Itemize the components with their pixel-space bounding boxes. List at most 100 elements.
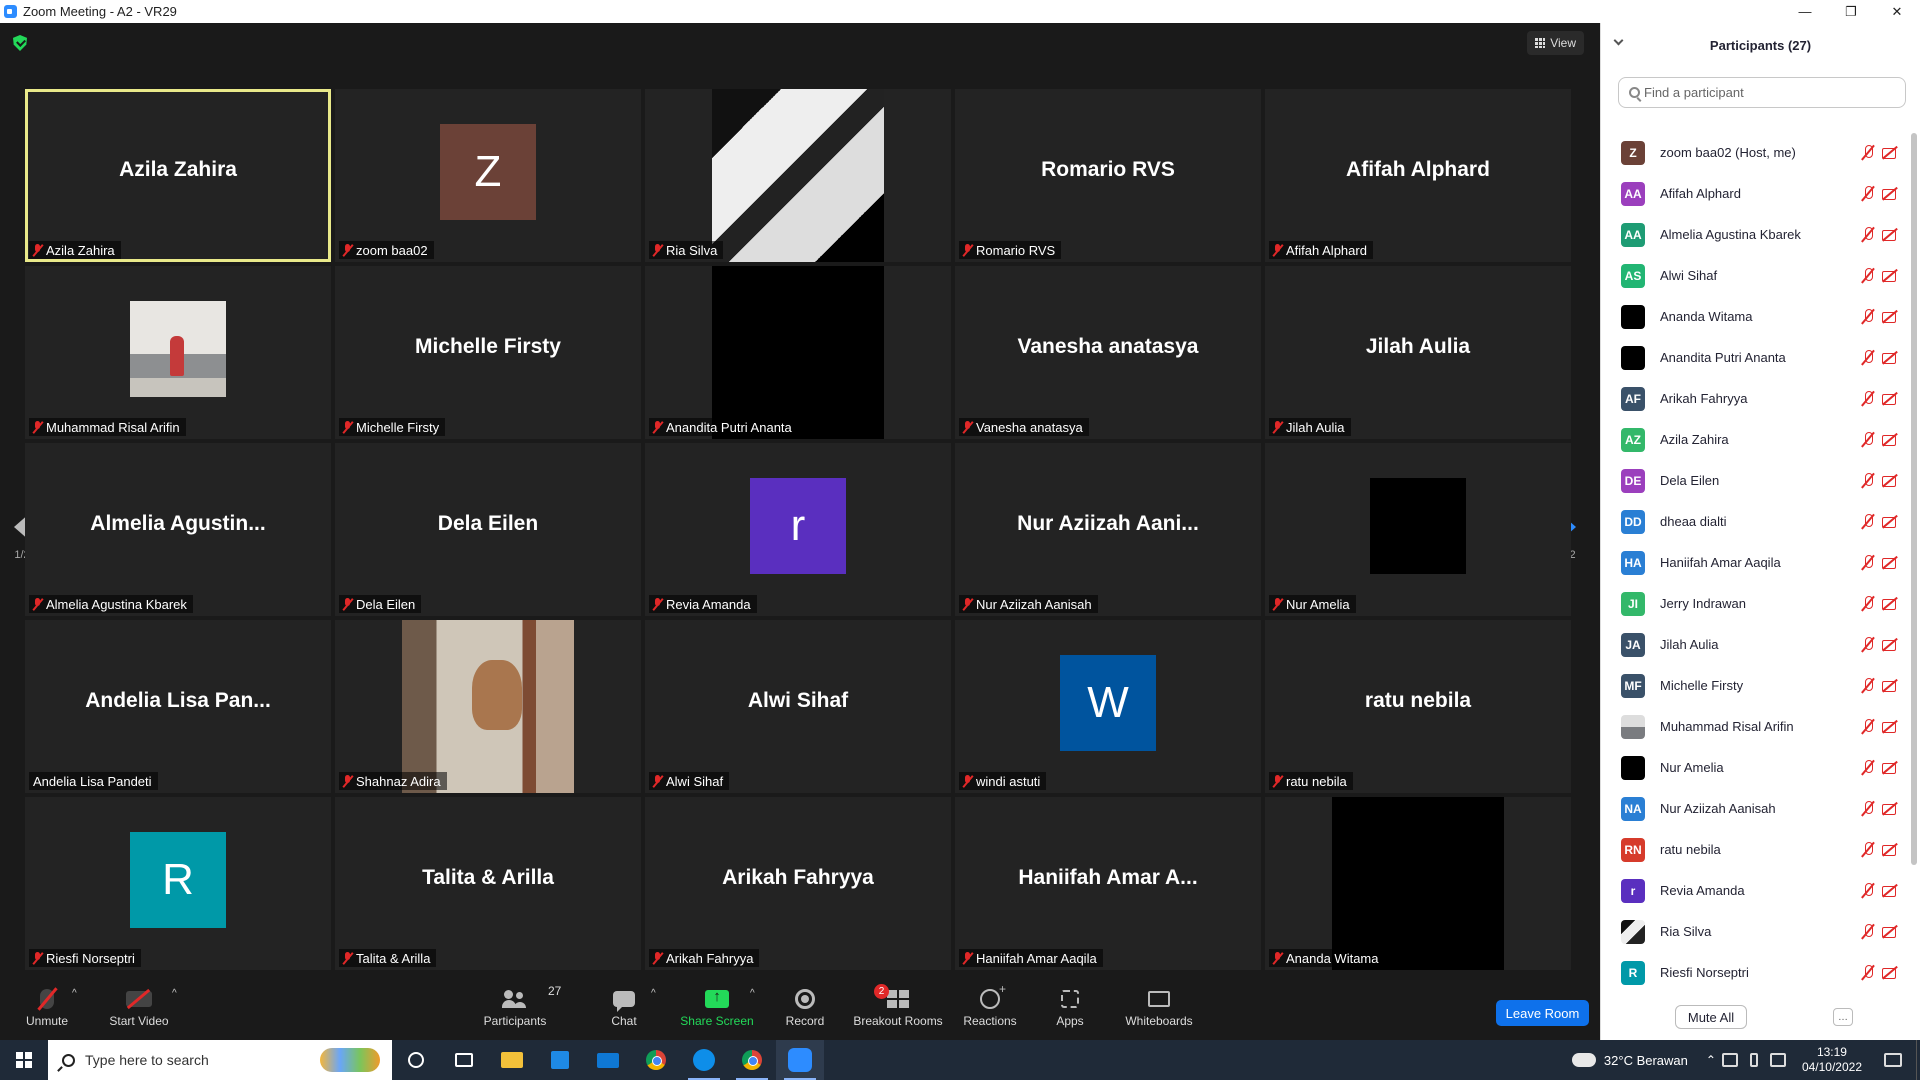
file-explorer-button[interactable] (488, 1040, 536, 1080)
chrome-profile-button[interactable] (728, 1040, 776, 1080)
participant-row[interactable]: Anandita Putri Ananta (1601, 337, 1908, 378)
participant-row[interactable]: MF Michelle Firsty (1601, 665, 1908, 706)
share-screen-button[interactable]: Share Screen (680, 984, 754, 1038)
participant-row[interactable]: HA Haniifah Amar Aaqila (1601, 542, 1908, 583)
video-tile[interactable]: R Riesfi Norseptri (25, 797, 331, 970)
video-off-icon[interactable] (1881, 308, 1898, 324)
microphone-muted-icon[interactable] (1861, 923, 1875, 939)
video-tile[interactable]: Nur Amelia (1265, 443, 1571, 616)
taskbar-search-box[interactable]: Type here to search (48, 1040, 392, 1080)
video-off-icon[interactable] (1881, 472, 1898, 488)
video-tile[interactable]: Michelle Firsty Michelle Firsty (335, 266, 641, 439)
video-off-icon[interactable] (1881, 390, 1898, 406)
speaker-icon[interactable] (1769, 1053, 1786, 1067)
microphone-muted-icon[interactable] (1861, 636, 1875, 652)
chrome-button[interactable] (632, 1040, 680, 1080)
microphone-muted-icon[interactable] (1861, 472, 1875, 488)
video-off-icon[interactable] (1881, 431, 1898, 447)
chat-button[interactable]: Chat (604, 984, 644, 1038)
weather-text[interactable]: 32°C Berawan (1604, 1053, 1688, 1068)
participant-search[interactable] (1618, 77, 1906, 108)
video-tile[interactable]: Nur Aziizah Aani... Nur Aziizah Aanisah (955, 443, 1261, 616)
video-tile[interactable]: Arikah Fahryya Arikah Fahryya (645, 797, 951, 970)
encryption-shield-icon[interactable] (13, 35, 27, 51)
microphone-muted-icon[interactable] (1861, 349, 1875, 365)
video-off-icon[interactable] (1881, 267, 1898, 283)
cloud-weather-icon[interactable] (1571, 1053, 1596, 1067)
share-options-caret-icon[interactable]: ^ (750, 988, 755, 999)
microphone-muted-icon[interactable] (1861, 841, 1875, 857)
video-tile[interactable]: Haniifah Amar A... Haniifah Amar Aaqila (955, 797, 1261, 970)
maximize-button[interactable]: ❐ (1828, 0, 1874, 23)
video-off-icon[interactable] (1881, 718, 1898, 734)
leave-room-button[interactable]: Leave Room (1496, 1000, 1589, 1026)
microphone-icon[interactable] (1749, 1053, 1758, 1067)
participant-row[interactable]: NA Nur Aziizah Aanisah (1601, 788, 1908, 829)
microphone-muted-icon[interactable] (1861, 882, 1875, 898)
chat-options-caret-icon[interactable]: ^ (651, 988, 656, 999)
video-off-icon[interactable] (1881, 800, 1898, 816)
show-desktop-button[interactable] (1916, 1040, 1920, 1080)
video-tile[interactable]: Almelia Agustin... Almelia Agustina Kbare… (25, 443, 331, 616)
video-tile[interactable]: Zzoom baa02 (335, 89, 641, 262)
video-off-icon[interactable] (1881, 923, 1898, 939)
video-off-icon[interactable] (1881, 882, 1898, 898)
video-off-icon[interactable] (1881, 513, 1898, 529)
participant-row[interactable]: Ria Silva (1601, 911, 1908, 952)
microphone-muted-icon[interactable] (1861, 308, 1875, 324)
video-tile[interactable]: Jilah Aulia Jilah Aulia (1265, 266, 1571, 439)
clock[interactable]: 13:19 04/10/2022 (1802, 1045, 1862, 1075)
video-tile[interactable]: Azila Zahira Azila Zahira (25, 89, 331, 262)
store-button[interactable] (536, 1040, 584, 1080)
microphone-muted-icon[interactable] (1861, 718, 1875, 734)
close-button[interactable]: ✕ (1874, 0, 1920, 23)
video-off-icon[interactable] (1881, 759, 1898, 775)
video-off-icon[interactable] (1881, 144, 1898, 160)
participant-row[interactable]: DE Dela Eilen (1601, 460, 1908, 501)
view-button[interactable]: View (1527, 31, 1584, 55)
participant-row[interactable]: R Riesfi Norseptri (1601, 952, 1908, 993)
video-off-icon[interactable] (1881, 554, 1898, 570)
video-off-icon[interactable] (1881, 677, 1898, 693)
unmute-button[interactable]: Unmute (22, 984, 72, 1038)
microphone-muted-icon[interactable] (1861, 964, 1875, 980)
microphone-muted-icon[interactable] (1861, 144, 1875, 160)
zoom-taskbar-button[interactable] (776, 1040, 824, 1080)
cortana-button[interactable] (392, 1040, 440, 1080)
teamviewer-button[interactable] (680, 1040, 728, 1080)
video-tile[interactable]: ratu nebila ratu nebila (1265, 620, 1571, 793)
start-video-button[interactable]: Start Video (106, 984, 172, 1038)
video-tile[interactable]: Wwindi astuti (955, 620, 1261, 793)
participant-row[interactable]: r Revia Amanda (1601, 870, 1908, 911)
participant-row[interactable]: RN ratu nebila (1601, 829, 1908, 870)
microphone-muted-icon[interactable] (1861, 185, 1875, 201)
audio-options-caret-icon[interactable]: ^ (72, 988, 77, 999)
participant-row[interactable]: Muhammad Risal Arifin (1601, 706, 1908, 747)
microphone-muted-icon[interactable] (1861, 267, 1875, 283)
video-options-caret-icon[interactable]: ^ (172, 988, 177, 999)
participant-row[interactable]: Nur Amelia (1601, 747, 1908, 788)
microphone-muted-icon[interactable] (1861, 677, 1875, 693)
participant-row[interactable]: AZ Azila Zahira (1601, 419, 1908, 460)
participant-row[interactable]: DD dheaa dialti (1601, 501, 1908, 542)
video-off-icon[interactable] (1881, 349, 1898, 365)
microphone-muted-icon[interactable] (1861, 226, 1875, 242)
video-off-icon[interactable] (1881, 185, 1898, 201)
participant-row[interactable]: AF Arikah Fahryya (1601, 378, 1908, 419)
video-tile[interactable]: Ria Silva (645, 89, 951, 262)
video-off-icon[interactable] (1881, 964, 1898, 980)
participant-row[interactable]: Ananda Witama (1601, 296, 1908, 337)
chevron-up-icon[interactable]: ⌃ (1706, 1053, 1716, 1067)
video-tile[interactable]: Ananda Witama (1265, 797, 1571, 970)
microphone-muted-icon[interactable] (1861, 431, 1875, 447)
microphone-muted-icon[interactable] (1861, 513, 1875, 529)
video-tile[interactable]: Talita & Arilla Talita & Arilla (335, 797, 641, 970)
microphone-muted-icon[interactable] (1861, 554, 1875, 570)
video-tile[interactable]: Afifah Alphard Afifah Alphard (1265, 89, 1571, 262)
participants-button[interactable]: 27 Participants (480, 984, 562, 1038)
microphone-muted-icon[interactable] (1861, 390, 1875, 406)
video-tile[interactable]: Alwi Sihaf Alwi Sihaf (645, 620, 951, 793)
mute-all-button[interactable]: Mute All (1675, 1005, 1747, 1029)
participant-row[interactable]: AA Afifah Alphard (1601, 173, 1908, 214)
more-options-button[interactable]: … (1833, 1008, 1853, 1026)
